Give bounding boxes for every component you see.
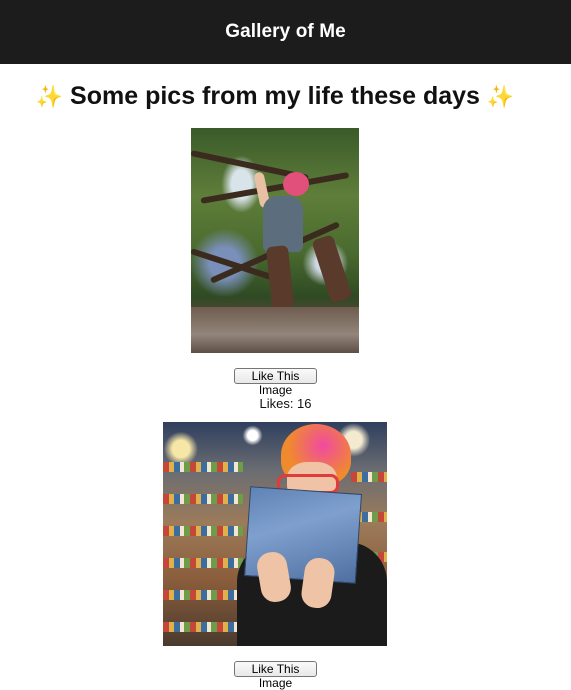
likes-count-1: Likes: 16: [259, 396, 312, 411]
like-button-1[interactable]: Like This Image: [234, 368, 317, 397]
sparkles-icon: ✨: [486, 85, 515, 110]
tree-trunk: [191, 307, 359, 353]
person-leg: [311, 234, 353, 304]
like-button-2[interactable]: Like This Image: [234, 661, 317, 690]
page-heading: ✨ Some pics from my life these days ✨: [0, 78, 550, 116]
bookshelf: [163, 462, 243, 472]
sparkles-icon: ✨: [35, 85, 64, 110]
site-title: Gallery of Me: [225, 21, 346, 42]
bookshelf: [163, 494, 243, 504]
gallery-image-1: [191, 128, 359, 353]
bookshelf: [163, 622, 243, 632]
bookshelf: [163, 590, 243, 600]
person-leg: [265, 245, 295, 309]
person-hair: [283, 172, 309, 196]
page-heading-text: Some pics from my life these days: [70, 82, 480, 110]
person-body: [263, 196, 303, 252]
bookshelf: [351, 472, 387, 482]
top-bar: Gallery of Me: [0, 0, 571, 64]
bookshelf: [163, 558, 243, 568]
bookshelf: [163, 526, 243, 536]
gallery-image-2: [163, 422, 387, 646]
